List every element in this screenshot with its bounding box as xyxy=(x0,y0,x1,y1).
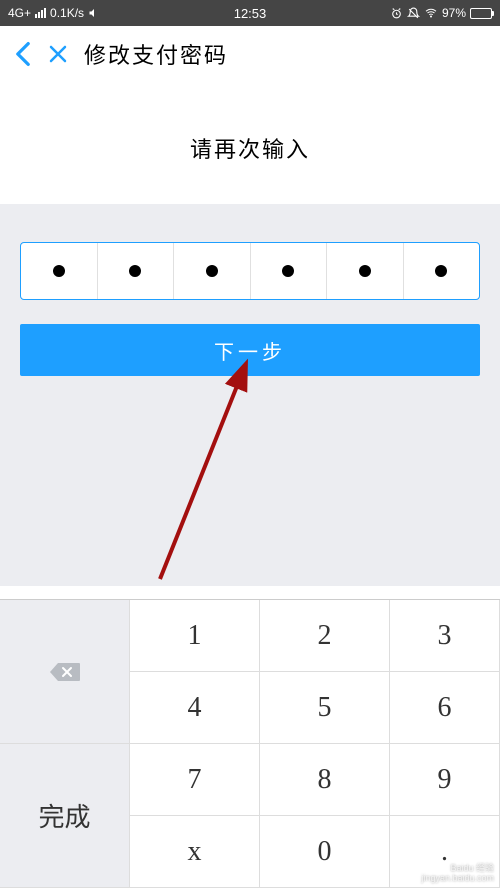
key-0[interactable]: 0 xyxy=(260,816,390,888)
pin-cell xyxy=(21,243,98,299)
network-speed: 0.1K/s xyxy=(50,6,84,20)
pin-dot xyxy=(282,265,294,277)
key-2[interactable]: 2 xyxy=(260,600,390,672)
key-7[interactable]: 7 xyxy=(130,744,260,816)
key-5[interactable]: 5 xyxy=(260,672,390,744)
pin-dot xyxy=(435,265,447,277)
back-icon[interactable] xyxy=(14,41,32,67)
prompt-text: 请再次输入 xyxy=(0,132,500,164)
key-9[interactable]: 9 xyxy=(390,744,500,816)
key-dot[interactable]: . xyxy=(390,816,500,888)
next-button[interactable]: 下一步 xyxy=(20,324,480,376)
key-8[interactable]: 8 xyxy=(260,744,390,816)
key-3[interactable]: 3 xyxy=(390,600,500,672)
key-backspace[interactable] xyxy=(0,600,130,744)
page-title: 修改支付密码 xyxy=(84,38,228,70)
next-button-label: 下一步 xyxy=(214,336,286,365)
close-icon[interactable] xyxy=(48,44,68,64)
status-right: 97% xyxy=(390,6,492,20)
pin-cell xyxy=(404,243,480,299)
wifi-icon xyxy=(424,7,438,19)
key-done[interactable]: 完成 xyxy=(0,744,130,888)
volume-icon xyxy=(88,7,100,19)
dnd-icon xyxy=(407,7,420,20)
annotation-arrow xyxy=(150,354,270,584)
prompt-area: 请再次输入 xyxy=(0,82,500,204)
key-1[interactable]: 1 xyxy=(130,600,260,672)
key-done-label: 完成 xyxy=(38,797,90,834)
backspace-icon xyxy=(49,661,81,683)
pin-dot xyxy=(53,265,65,277)
numeric-keypad: 1 2 3 4 5 6 7 8 9 完成 x 0 . xyxy=(0,599,500,888)
content-area: 下一步 xyxy=(0,204,500,586)
key-4[interactable]: 4 xyxy=(130,672,260,744)
key-x[interactable]: x xyxy=(130,816,260,888)
pin-input[interactable] xyxy=(20,242,480,300)
battery-icon xyxy=(470,8,492,19)
status-time: 12:53 xyxy=(234,6,267,21)
battery-percent: 97% xyxy=(442,6,466,20)
alarm-icon xyxy=(390,7,403,20)
pin-dot xyxy=(206,265,218,277)
pin-dot xyxy=(129,265,141,277)
pin-cell xyxy=(327,243,404,299)
signal-icon xyxy=(35,8,46,18)
pin-dot xyxy=(359,265,371,277)
pin-cell xyxy=(174,243,251,299)
status-left: 4G+ 0.1K/s xyxy=(8,6,100,20)
pin-cell xyxy=(98,243,175,299)
nav-bar: 修改支付密码 xyxy=(0,26,500,82)
network-type: 4G+ xyxy=(8,6,31,20)
key-6[interactable]: 6 xyxy=(390,672,500,744)
status-bar: 4G+ 0.1K/s 12:53 97% xyxy=(0,0,500,26)
pin-cell xyxy=(251,243,328,299)
